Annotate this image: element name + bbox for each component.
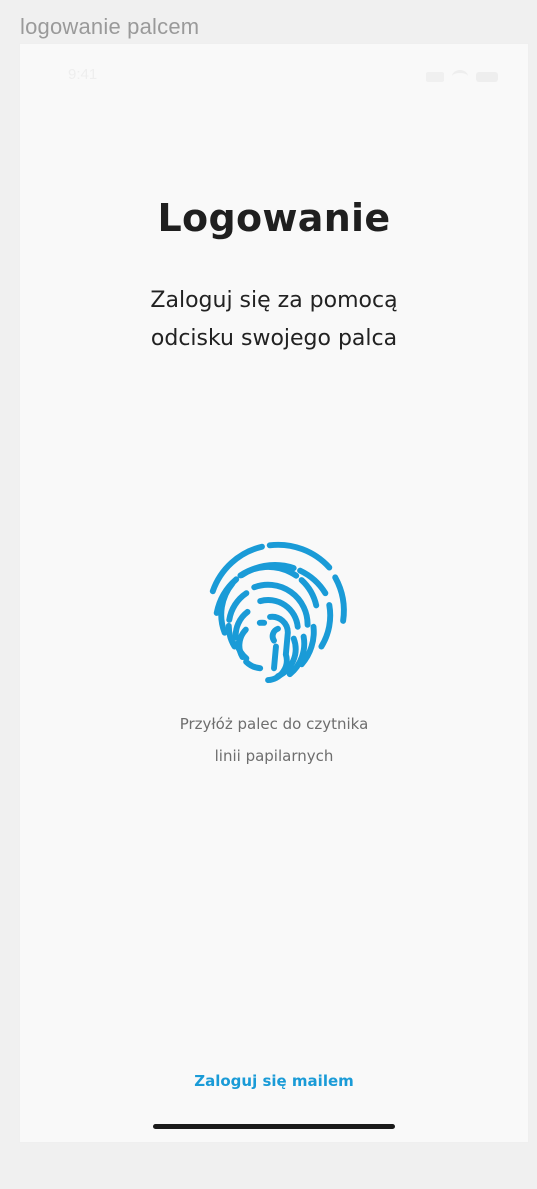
- battery-icon: [476, 71, 498, 82]
- signal-icon: [426, 71, 444, 82]
- phone-screen: 9:41 Logowanie Zaloguj się za pomocą odc…: [20, 44, 528, 1142]
- hint-line-1: Przyłóż palec do czytnika: [179, 715, 369, 733]
- fingerprint-icon[interactable]: [195, 530, 353, 688]
- home-indicator[interactable]: [153, 1124, 395, 1129]
- subtitle-line-1: Zaloguj się za pomocą: [150, 288, 398, 313]
- wifi-icon: [452, 70, 468, 83]
- subtitle-line-2: odcisku swojego palca: [150, 326, 398, 351]
- status-bar: 9:41: [20, 44, 528, 100]
- frame-caption: logowanie palcem: [20, 14, 200, 39]
- login-with-email-link[interactable]: Zaloguj się mailem: [20, 1072, 528, 1090]
- status-time: 9:41: [68, 66, 98, 83]
- login-subtitle: Zaloguj się za pomocą odcisku swojego pa…: [80, 282, 468, 358]
- page-title: Logowanie: [157, 196, 391, 240]
- status-icons: [426, 70, 498, 83]
- fingerprint-hint: Przyłóż palec do czytnika linii papilarn…: [100, 708, 448, 772]
- hint-line-2: linii papilarnych: [214, 747, 334, 765]
